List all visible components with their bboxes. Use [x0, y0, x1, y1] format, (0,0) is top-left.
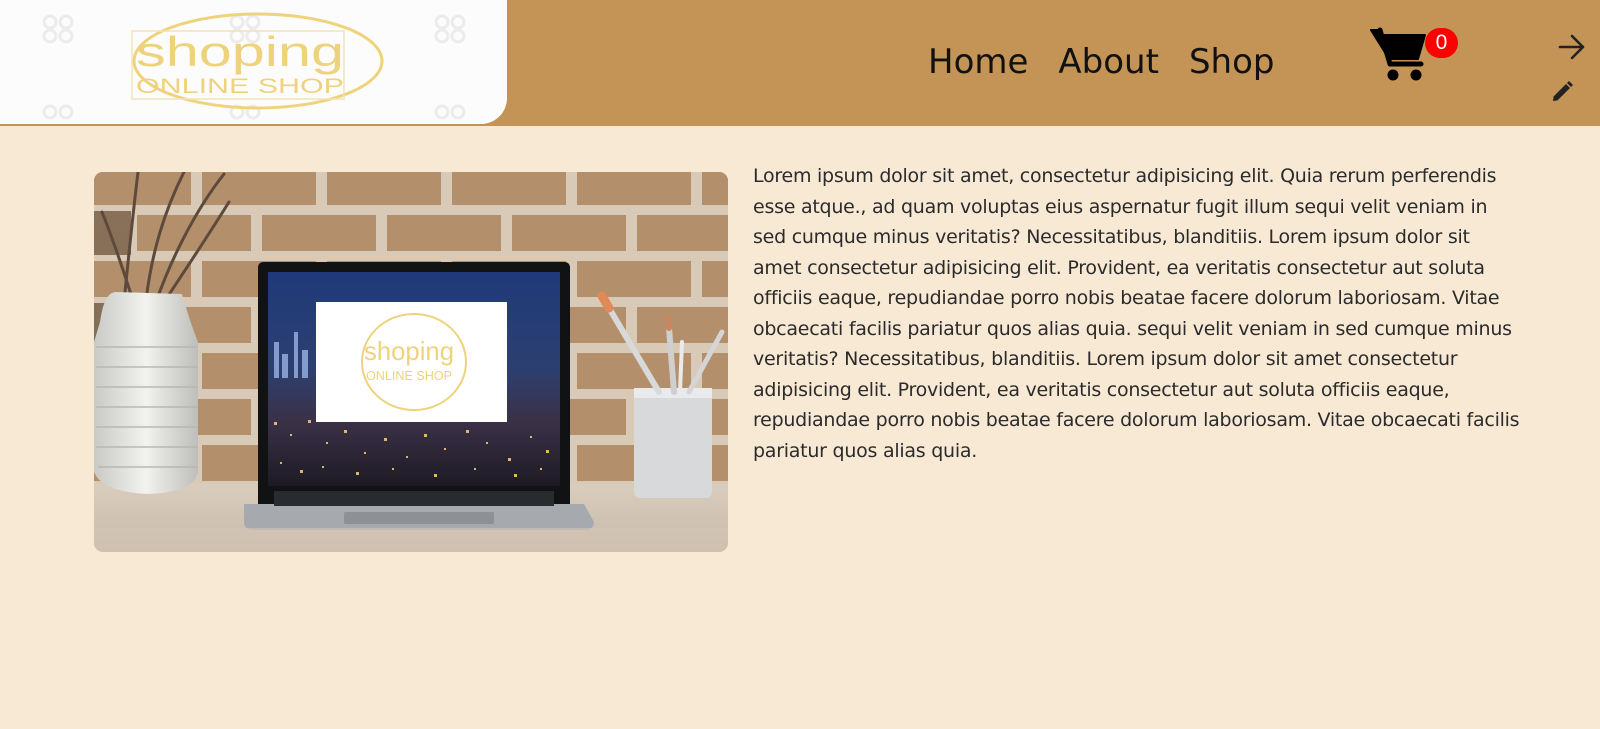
screen-logo-text-primary: shoping	[364, 336, 454, 366]
logo-panel[interactable]: shoping ONLINE SHOP	[0, 0, 507, 124]
pencil-icon[interactable]	[1550, 80, 1574, 104]
nav-link-shop[interactable]: Shop	[1189, 42, 1275, 82]
screen-logo-text-secondary: ONLINE SHOP	[366, 368, 452, 383]
logo-text-secondary: ONLINE SHOP	[136, 75, 344, 98]
logo-text-primary: shoping	[136, 28, 344, 75]
nav-link-about[interactable]: About	[1058, 42, 1159, 82]
shopping-cart-icon[interactable]	[1369, 26, 1429, 82]
hero-image: shoping ONLINE SHOP	[94, 172, 728, 552]
brand-logo[interactable]: shoping ONLINE SHOP	[128, 9, 388, 113]
nav-link-home[interactable]: Home	[928, 42, 1028, 82]
site-header: shoping ONLINE SHOP Home About Shop 0	[0, 0, 1600, 126]
main-nav: Home About Shop	[928, 42, 1274, 82]
cart-count-badge: 0	[1425, 28, 1458, 58]
arrow-right-icon[interactable]	[1558, 34, 1586, 60]
laptop-on-desk-photo: shoping ONLINE SHOP	[94, 172, 728, 552]
content-paragraph: Lorem ipsum dolor sit amet, consectetur …	[753, 165, 1520, 462]
